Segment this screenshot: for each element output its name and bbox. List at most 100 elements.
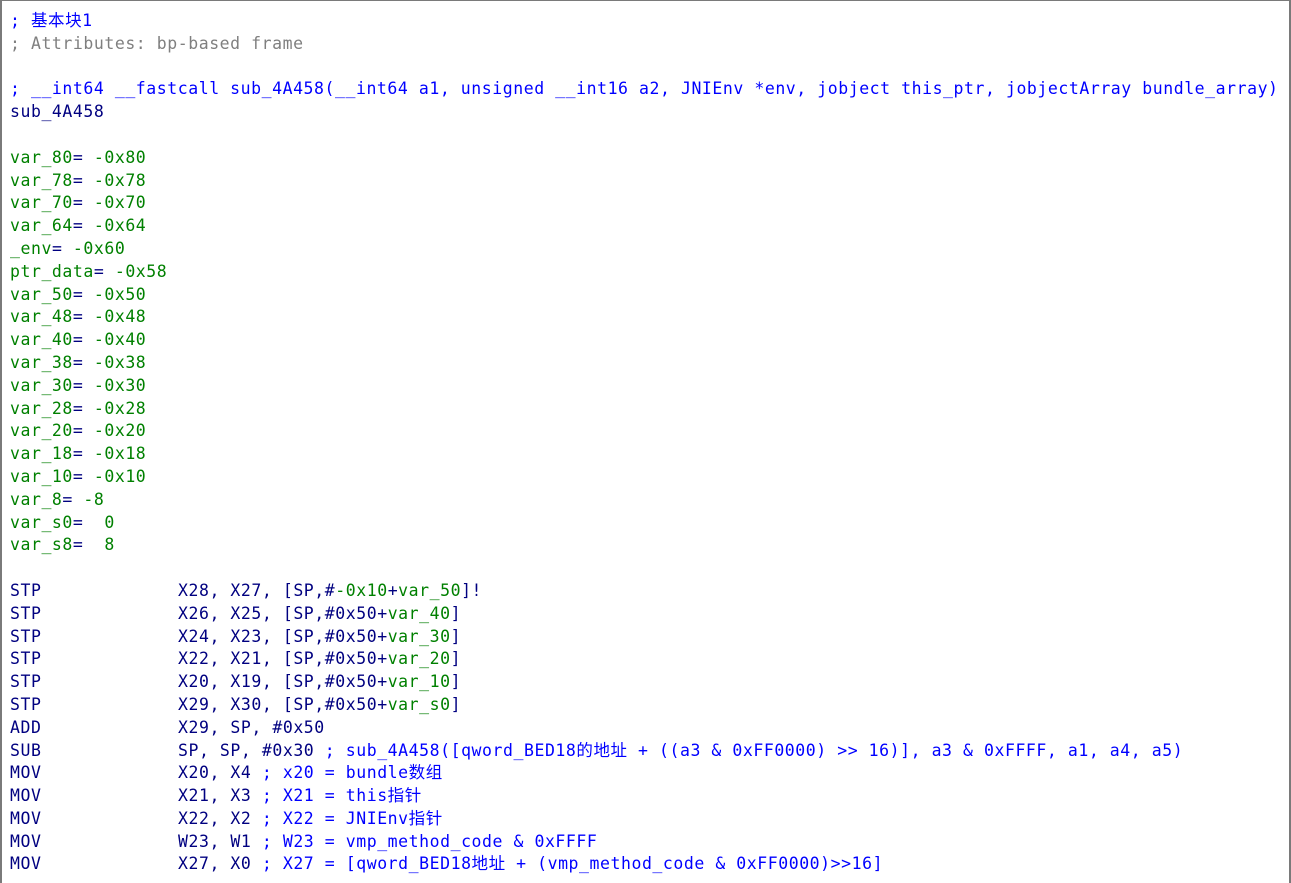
instruction-mnemonic: MOV xyxy=(10,763,42,783)
stack-var-name[interactable]: var_8 xyxy=(10,490,62,509)
stack-var-line[interactable]: var_20= -0x20 xyxy=(10,420,1287,443)
stack-var-separator: = xyxy=(72,398,94,418)
stack-var-name[interactable]: var_78 xyxy=(10,171,73,190)
stack-var-name[interactable]: var_10 xyxy=(10,467,73,486)
stack-var-line[interactable]: var_18= -0x18 xyxy=(10,443,1287,466)
operand-stack-var[interactable]: var_10 xyxy=(388,672,451,691)
disassembly-lines: ; 基本块1 ; Attributes: bp-based frame ; __… xyxy=(10,10,1287,876)
stack-var-line[interactable]: var_78= -0x78 xyxy=(10,170,1287,193)
instruction-line[interactable]: MOV X22, X2 ; X22 = JNIEnv指针 xyxy=(10,808,1287,831)
stack-var-separator: = xyxy=(72,216,94,236)
instruction-line[interactable]: MOV X20, X4 ; x20 = bundle数组 xyxy=(10,762,1287,785)
disassembly-view[interactable]: ; 基本块1 ; Attributes: bp-based frame ; __… xyxy=(0,0,1291,883)
operand-stack-var[interactable]: var_30 xyxy=(388,627,451,646)
stack-var-offset: -0x30 xyxy=(93,375,147,395)
stack-var-line[interactable]: var_50= -0x50 xyxy=(10,284,1287,307)
stack-var-offset: -0x78 xyxy=(93,170,147,190)
stack-var-name[interactable]: var_50 xyxy=(10,285,73,304)
stack-var-separator: = xyxy=(72,444,94,464)
instruction-line[interactable]: STP X28, X27, [SP,#-0x10+var_50]! xyxy=(10,580,1287,603)
instruction-line[interactable]: STP X29, X30, [SP,#0x50+var_s0] xyxy=(10,694,1287,717)
stack-var-offset: -0x64 xyxy=(93,216,147,236)
stack-var-separator: = xyxy=(93,261,115,281)
stack-var-line[interactable]: var_40= -0x40 xyxy=(10,329,1287,352)
instruction-line[interactable]: STP X24, X23, [SP,#0x50+var_30] xyxy=(10,626,1287,649)
stack-var-separator: = xyxy=(72,352,94,372)
operand-text: X26, X25, [SP,#0x50+ xyxy=(178,603,388,623)
instruction-line[interactable]: MOV W23, W1 ; W23 = vmp_method_code & 0xF… xyxy=(10,831,1287,854)
stack-var-name[interactable]: _env xyxy=(10,239,52,258)
instruction-operands: SP, SP, #0x30 xyxy=(178,741,314,760)
instruction-line[interactable]: MOV X27, X0 ; X27 = [qword_BED18地址 + (vmp… xyxy=(10,853,1287,876)
stack-var-name[interactable]: var_s8 xyxy=(10,535,73,554)
instruction-line[interactable]: STP X26, X25, [SP,#0x50+var_40] xyxy=(10,603,1287,626)
instruction-line[interactable]: SUB SP, SP, #0x30 ; sub_4A458([qword_BED1… xyxy=(10,740,1287,763)
block-comment: ; 基本块1 xyxy=(10,11,93,30)
operand-text: ]! xyxy=(461,580,483,600)
stack-var-separator: = xyxy=(72,193,94,213)
stack-var-name[interactable]: ptr_data xyxy=(10,262,94,281)
stack-var-line[interactable]: var_s0= 0 xyxy=(10,512,1287,535)
stack-var-line[interactable]: var_10= -0x10 xyxy=(10,466,1287,489)
instruction-line[interactable]: MOV X21, X3 ; X21 = this指针 xyxy=(10,785,1287,808)
stack-var-name[interactable]: var_30 xyxy=(10,376,73,395)
operand-stack-var[interactable]: var_40 xyxy=(388,604,451,623)
stack-var-line[interactable]: var_8= -8 xyxy=(10,489,1287,512)
stack-var-line[interactable]: var_48= -0x48 xyxy=(10,306,1287,329)
instruction-line[interactable]: STP X20, X19, [SP,#0x50+var_10] xyxy=(10,671,1287,694)
instruction-mnemonic: STP xyxy=(10,672,42,692)
stack-var-offset: -0x20 xyxy=(93,421,147,441)
instruction-operands: X29, SP, #0x50 xyxy=(178,718,325,737)
operand-text: ] xyxy=(450,626,462,646)
stack-var-name[interactable]: var_s0 xyxy=(10,513,73,532)
operand-text: X20, X4 xyxy=(178,763,252,783)
stack-var-line[interactable]: var_80= -0x80 xyxy=(10,147,1287,170)
instruction-mnemonic: MOV xyxy=(10,831,42,851)
stack-var-separator: = xyxy=(62,489,84,509)
stack-var-line[interactable]: var_64= -0x64 xyxy=(10,215,1287,238)
stack-var-name[interactable]: var_38 xyxy=(10,353,73,372)
instruction-comment: ; x20 = bundle数组 xyxy=(251,763,443,783)
operand-stack-var[interactable]: var_50 xyxy=(398,581,461,600)
stack-var-offset: -0x28 xyxy=(93,398,147,418)
stack-var-name[interactable]: var_40 xyxy=(10,330,73,349)
stack-var-line[interactable]: var_70= -0x70 xyxy=(10,192,1287,215)
instruction-line[interactable]: ADD X29, SP, #0x50 xyxy=(10,717,1287,740)
stack-var-separator: = xyxy=(51,238,73,258)
stack-var-line[interactable]: ptr_data= -0x58 xyxy=(10,261,1287,284)
stack-var-offset: 0 xyxy=(104,512,115,532)
operand-stack-var[interactable]: var_20 xyxy=(388,649,451,668)
stack-var-separator: = xyxy=(72,512,105,532)
stack-var-name[interactable]: var_64 xyxy=(10,216,73,235)
function-name-label[interactable]: sub_4A458 xyxy=(10,101,1287,124)
operand-stack-var[interactable]: var_s0 xyxy=(388,695,451,714)
stack-var-name[interactable]: var_18 xyxy=(10,444,73,463)
stack-var-offset: -0x10 xyxy=(93,466,147,486)
operand-text: X29, SP, #0x50 xyxy=(178,717,325,737)
stack-var-separator: = xyxy=(72,535,105,555)
stack-var-name[interactable]: var_70 xyxy=(10,193,73,212)
operand-text: ] xyxy=(450,649,462,669)
stack-var-name[interactable]: var_48 xyxy=(10,307,73,326)
operand-text: X24, X23, [SP,#0x50+ xyxy=(178,626,388,646)
stack-var-separator: = xyxy=(72,466,94,486)
instruction-mnemonic: STP xyxy=(10,603,42,623)
stack-var-line[interactable]: var_s8= 8 xyxy=(10,534,1287,557)
operand-text: ] xyxy=(450,603,462,623)
stack-var-name[interactable]: var_28 xyxy=(10,399,73,418)
stack-var-line[interactable]: var_30= -0x30 xyxy=(10,375,1287,398)
stack-var-separator: = xyxy=(72,421,94,441)
stack-var-name[interactable]: var_80 xyxy=(10,148,73,167)
stack-var-offset: -0x40 xyxy=(93,330,147,350)
stack-var-line[interactable]: var_38= -0x38 xyxy=(10,352,1287,375)
stack-var-offset: -0x38 xyxy=(93,352,147,372)
stack-var-line[interactable]: var_28= -0x28 xyxy=(10,398,1287,421)
stack-var-line[interactable]: _env= -0x60 xyxy=(10,238,1287,261)
stack-var-separator: = xyxy=(72,375,94,395)
operand-text: ] xyxy=(450,672,462,692)
stack-var-name[interactable]: var_20 xyxy=(10,421,73,440)
instruction-line[interactable]: STP X22, X21, [SP,#0x50+var_20] xyxy=(10,648,1287,671)
attributes-comment: ; Attributes: bp-based frame xyxy=(10,33,304,53)
